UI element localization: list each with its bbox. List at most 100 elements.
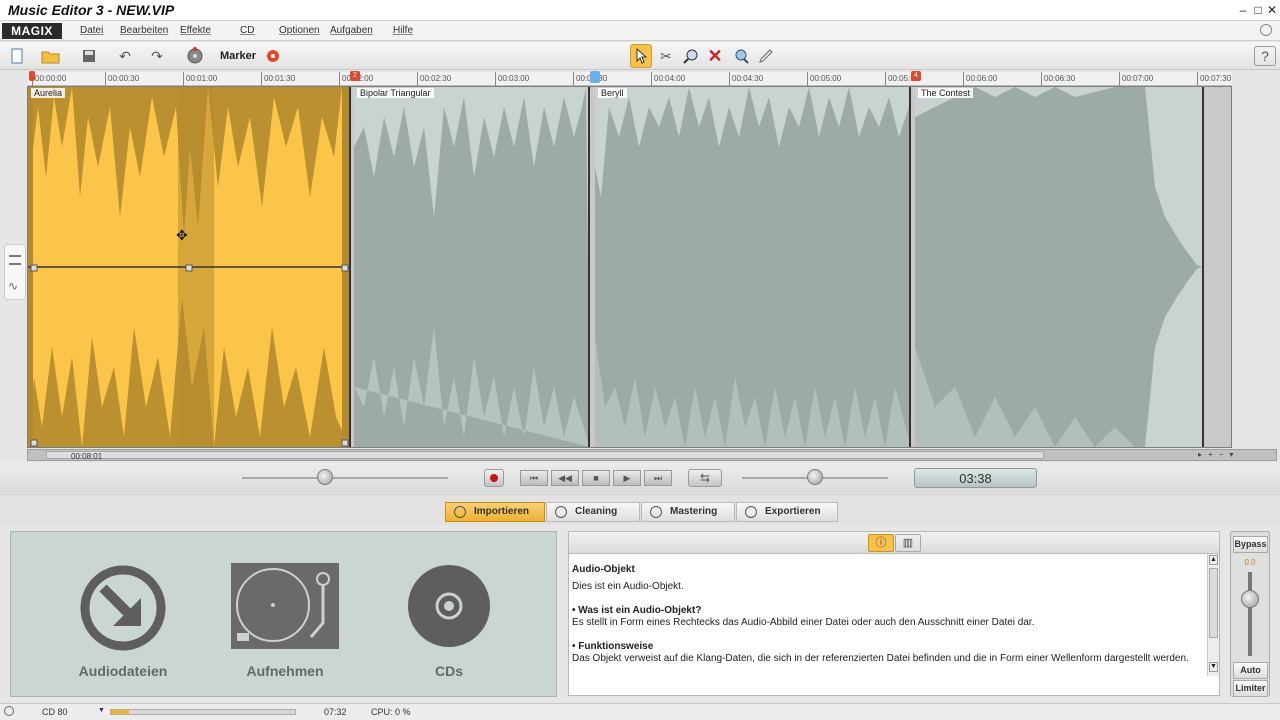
go-to-end-button[interactable]: ⏭ [644, 470, 672, 486]
gain-value: 0.0 [1244, 558, 1256, 567]
new-file-icon[interactable] [6, 46, 28, 66]
marker-wheel-icon[interactable] [184, 46, 206, 66]
ruler-tick: 00:00:30 [105, 72, 139, 86]
pointer-tool-icon[interactable] [630, 44, 652, 68]
info-heading: Audio-Objekt [572, 564, 635, 575]
position-slider-track[interactable] [242, 477, 448, 479]
info-scrollbar[interactable]: ▲ ▼ [1207, 554, 1219, 676]
marker-settings-icon[interactable] [262, 46, 284, 66]
audio-track[interactable]: Aurelia ✥ Bipolar Triangular Beryll The … [27, 86, 1232, 448]
menu-cd[interactable]: CD [240, 25, 254, 36]
audio-object-beryll[interactable]: Beryll [595, 87, 911, 447]
info-intro: Dies ist ein Audio-Objekt. [572, 581, 684, 592]
stop-button[interactable]: ■ [582, 470, 610, 486]
redo-icon[interactable]: ↷ [146, 46, 168, 66]
menu-hilfe[interactable]: Hilfe [393, 25, 413, 36]
aufnehmen-button[interactable] [231, 563, 339, 649]
tab-mastering[interactable]: Mastering [641, 502, 735, 522]
ruler-tick: 00:06:00 [963, 72, 997, 86]
tab-importieren[interactable]: Importieren [445, 502, 545, 522]
menu-aufgaben[interactable]: Aufgaben [330, 25, 373, 36]
record-button[interactable] [484, 469, 504, 487]
cd-dropdown-icon[interactable]: ▼ [98, 707, 105, 714]
cd-marker-4[interactable]: 4 [911, 71, 921, 81]
playhead-icon[interactable] [590, 71, 600, 83]
volume-slider-knob[interactable] [807, 469, 823, 485]
timeline-ruler[interactable]: 00:00:00 00:00:30 00:01:00 00:01:30 00:0… [28, 71, 1232, 86]
scroll-up-icon[interactable]: ▲ [1209, 555, 1218, 565]
ruler-tick: 00:06:30 [1041, 72, 1075, 86]
task-tabs: Importieren Cleaning Mastering Exportier… [0, 494, 1280, 524]
audio-object-the-contest[interactable]: The Contest [915, 87, 1204, 447]
info-tab-icon[interactable]: ⓘ [868, 534, 894, 552]
waveform-view-icon[interactable]: ∿ [8, 279, 18, 293]
refresh-icon[interactable] [1260, 24, 1272, 36]
zoom-fit-icon[interactable] [730, 46, 752, 66]
info-q1-text: Es stellt in Form eines Rechtecks das Au… [572, 617, 1035, 628]
meter-tab-icon[interactable]: ▥ [895, 534, 921, 552]
menu-bearbeiten[interactable]: Bearbeiten [120, 25, 168, 36]
move-cursor-icon: ✥ [176, 227, 188, 243]
title-bar: Music Editor 3 - NEW.VIP – □ ✕ [0, 0, 1280, 21]
info-content: Audio-Objekt Dies ist ein Audio-Objekt. … [572, 564, 1204, 694]
scroll-down-icon[interactable]: ▼ [1209, 662, 1218, 672]
menu-effekte[interactable]: Effekte [180, 25, 211, 36]
undo-icon[interactable]: ↶ [114, 46, 136, 66]
audiodateien-button[interactable] [79, 564, 167, 652]
cds-button[interactable] [407, 564, 491, 648]
bypass-button[interactable]: Bypass [1233, 536, 1268, 553]
play-button[interactable]: ▶ [613, 470, 641, 486]
gain-slider-track[interactable] [1248, 572, 1252, 656]
audio-files-icon [80, 565, 166, 651]
tab-label: Cleaning [575, 506, 618, 517]
waveform-bipolar [354, 87, 588, 447]
track-menu-icon[interactable] [9, 255, 21, 265]
cd-marker-2[interactable]: 2 [350, 71, 360, 81]
scroll-timecode: 00:08:01 [71, 452, 103, 461]
audio-object-bipolar-triangular[interactable]: Bipolar Triangular [354, 87, 590, 447]
import-tab-icon [454, 506, 466, 518]
ruler-tick: 00:07:30 [1197, 72, 1231, 86]
pencil-icon[interactable] [755, 46, 777, 66]
menu-datei[interactable]: Datei [80, 25, 103, 36]
ruler-tick: 00:07:00 [1119, 72, 1153, 86]
scissors-icon[interactable]: ✂ [655, 46, 677, 66]
audio-object-aurelia[interactable]: Aurelia ✥ [28, 87, 351, 447]
timeline-scrollbar[interactable]: 00:08:01 ▸+−▾ [27, 449, 1277, 461]
info-panel: ⓘ ▥ Audio-Objekt Dies ist ein Audio-Obje… [568, 531, 1220, 696]
menu-bar: MAGIX Datei Bearbeiten Effekte CD Option… [0, 21, 1280, 41]
maximize-icon[interactable]: □ [1251, 3, 1265, 17]
zoom-controls[interactable]: ▸+−▾ [1198, 450, 1276, 460]
open-folder-icon[interactable] [40, 46, 62, 66]
info-q2-title: • Funktionsweise [572, 641, 654, 652]
info-panel-header: ⓘ ▥ [569, 532, 1219, 554]
tab-exportieren[interactable]: Exportieren [736, 502, 838, 522]
ruler-tick: 00:04:00 [651, 72, 685, 86]
delete-icon[interactable]: ✕ [704, 46, 726, 66]
master-panel: Bypass 0.0 Auto Limiter [1230, 531, 1270, 697]
rewind-button[interactable]: ◀◀ [551, 470, 579, 486]
transport-bar: ⏮ ◀◀ ■ ▶ ⏭ ⇆ 03:38 [0, 463, 1280, 493]
zoom-tool-icon[interactable] [680, 46, 702, 66]
cpu-usage: CPU: 0 % [371, 707, 411, 717]
menu-optionen[interactable]: Optionen [279, 25, 320, 36]
limiter-button[interactable]: Limiter [1233, 680, 1268, 697]
help-icon[interactable]: ? [1254, 46, 1276, 66]
tab-label: Importieren [474, 506, 530, 517]
tab-cleaning[interactable]: Cleaning [546, 502, 640, 522]
minimize-icon[interactable]: – [1236, 3, 1250, 17]
auto-button[interactable]: Auto [1233, 662, 1268, 679]
start-marker-icon[interactable] [29, 71, 35, 81]
ruler-tick: 00:02:30 [417, 72, 451, 86]
scrollbar-thumb[interactable]: 00:08:01 [46, 451, 1044, 461]
toolbar: ↶ ↷ Marker ✂ ✕ ? [0, 42, 1280, 70]
go-to-start-button[interactable]: ⏮ [520, 470, 548, 486]
waveform-aurelia [28, 87, 349, 447]
gain-slider-knob[interactable] [1241, 590, 1259, 608]
track-name: Bipolar Triangular [357, 88, 434, 98]
close-icon[interactable]: ✕ [1265, 3, 1279, 17]
scrollbar-thumb[interactable] [1209, 568, 1218, 638]
save-icon[interactable] [78, 46, 100, 66]
loop-button[interactable]: ⇆ [688, 469, 722, 487]
position-slider-knob[interactable] [317, 469, 333, 485]
